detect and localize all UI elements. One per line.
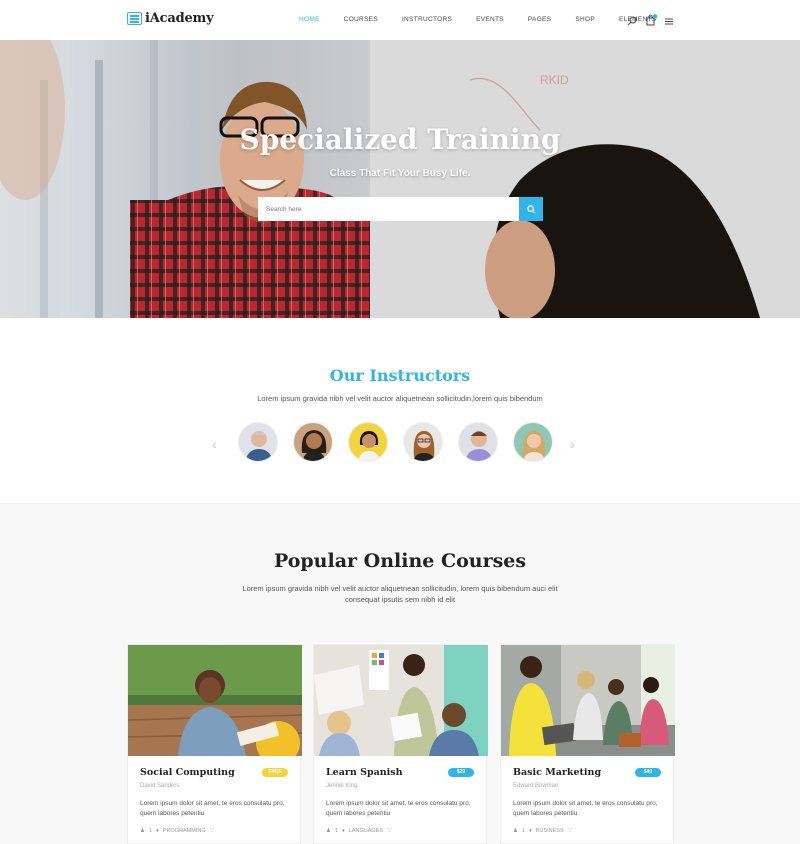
student-count: 1 <box>521 828 525 834</box>
course-category[interactable]: LANGUAGES <box>349 828 383 834</box>
nav-pages[interactable]: PAGES <box>528 16 551 23</box>
course-card[interactable]: Learn Spanish $20 Jennie King Lorem ipsu… <box>313 644 488 844</box>
price-badge: $20 <box>448 768 474 777</box>
tag-icon: ♦ <box>529 828 532 834</box>
nav-home[interactable]: HOME <box>299 16 320 23</box>
heart-icon[interactable]: ♡ <box>568 828 573 834</box>
chevron-left-icon[interactable]: ‹ <box>212 436 217 452</box>
price-badge: FREE <box>262 768 288 777</box>
heart-icon[interactable]: ♡ <box>387 828 392 834</box>
search-icon <box>526 204 536 214</box>
menu-icon[interactable] <box>665 13 677 25</box>
heart-icon[interactable]: ♡ <box>210 828 215 834</box>
hero-subtitle: Class That Fit Your Busy Life. <box>329 168 471 179</box>
avatar[interactable] <box>513 422 553 462</box>
instructor-carousel <box>238 422 568 462</box>
avatar[interactable] <box>403 422 443 462</box>
nav-shop[interactable]: SHOP <box>575 16 595 23</box>
main-nav: HOME COURSES INSTRUCTORS EVENTS PAGES SH… <box>299 16 656 23</box>
course-author[interactable]: Jennie King <box>326 783 357 789</box>
price-badge: $40 <box>635 768 661 777</box>
tag-icon: ♦ <box>342 828 345 834</box>
search-icon[interactable] <box>627 13 639 26</box>
course-category[interactable]: BUSINESS <box>536 828 564 834</box>
course-description: Lorem ipsum dolor sit amet, te eros cons… <box>140 800 285 817</box>
course-title[interactable]: Basic Marketing <box>513 767 601 778</box>
avatar[interactable] <box>238 422 278 462</box>
courses-title: Popular Online Courses <box>273 550 527 572</box>
logo-icon <box>127 12 142 25</box>
site-header: iAcademy HOME COURSES INSTRUCTORS EVENTS… <box>0 0 800 40</box>
user-icon: ♟ <box>326 828 331 834</box>
course-meta: ♟ 1 ♦ BUSINESS ♡ <box>513 828 577 834</box>
nav-courses[interactable]: COURSES <box>344 16 378 23</box>
course-meta: ♟ 1 ♦ PROGRAMMING ♡ <box>140 828 219 834</box>
user-icon: ♟ <box>140 828 145 834</box>
course-description: Lorem ipsum dolor sit amet, te eros cons… <box>326 800 471 817</box>
instructors-text: Lorem ipsum gravida nibh vel velit aucto… <box>257 394 543 403</box>
logo-text: iAcademy <box>145 11 214 26</box>
course-card[interactable]: Basic Marketing $40 Edward Bowman Lorem … <box>500 644 675 844</box>
hero-banner: RKID Specialized Training Class That Fit… <box>0 40 800 318</box>
course-author[interactable]: David Sanders <box>140 783 179 789</box>
course-image[interactable] <box>128 645 302 756</box>
courses-text: Lorem ipsum gravida nibh vel velit aucto… <box>242 584 558 604</box>
avatar[interactable] <box>293 422 333 462</box>
student-count: 1 <box>334 828 338 834</box>
avatar[interactable] <box>348 422 388 462</box>
course-description: Lorem ipsum dolor sit amet, te eros cons… <box>513 800 658 817</box>
nav-instructors[interactable]: INSTRUCTORS <box>402 16 452 23</box>
course-title[interactable]: Learn Spanish <box>326 767 403 778</box>
course-title[interactable]: Social Computing <box>140 767 235 778</box>
tag-icon: ♦ <box>156 828 159 834</box>
hero-title: Specialized Training <box>239 123 561 156</box>
hero-search <box>258 197 543 221</box>
course-category[interactable]: PROGRAMMING <box>163 828 206 834</box>
course-meta: ♟ 1 ♦ LANGUAGES ♡ <box>326 828 396 834</box>
course-image[interactable] <box>314 645 488 756</box>
course-image[interactable] <box>501 645 675 756</box>
course-card[interactable]: Social Computing FREE David Sanders Lore… <box>127 644 302 844</box>
cart-icon[interactable] <box>646 13 658 26</box>
student-count: 1 <box>148 828 152 834</box>
user-icon: ♟ <box>513 828 518 834</box>
search-button[interactable] <box>519 197 543 221</box>
chevron-right-icon[interactable]: › <box>570 436 575 452</box>
instructors-title: Our Instructors <box>329 366 471 385</box>
course-author[interactable]: Edward Bowman <box>513 783 558 789</box>
hero-photo: RKID <box>0 40 800 318</box>
search-input[interactable] <box>258 197 519 221</box>
nav-events[interactable]: EVENTS <box>476 16 504 23</box>
avatar[interactable] <box>458 422 498 462</box>
logo[interactable]: iAcademy <box>127 11 214 26</box>
